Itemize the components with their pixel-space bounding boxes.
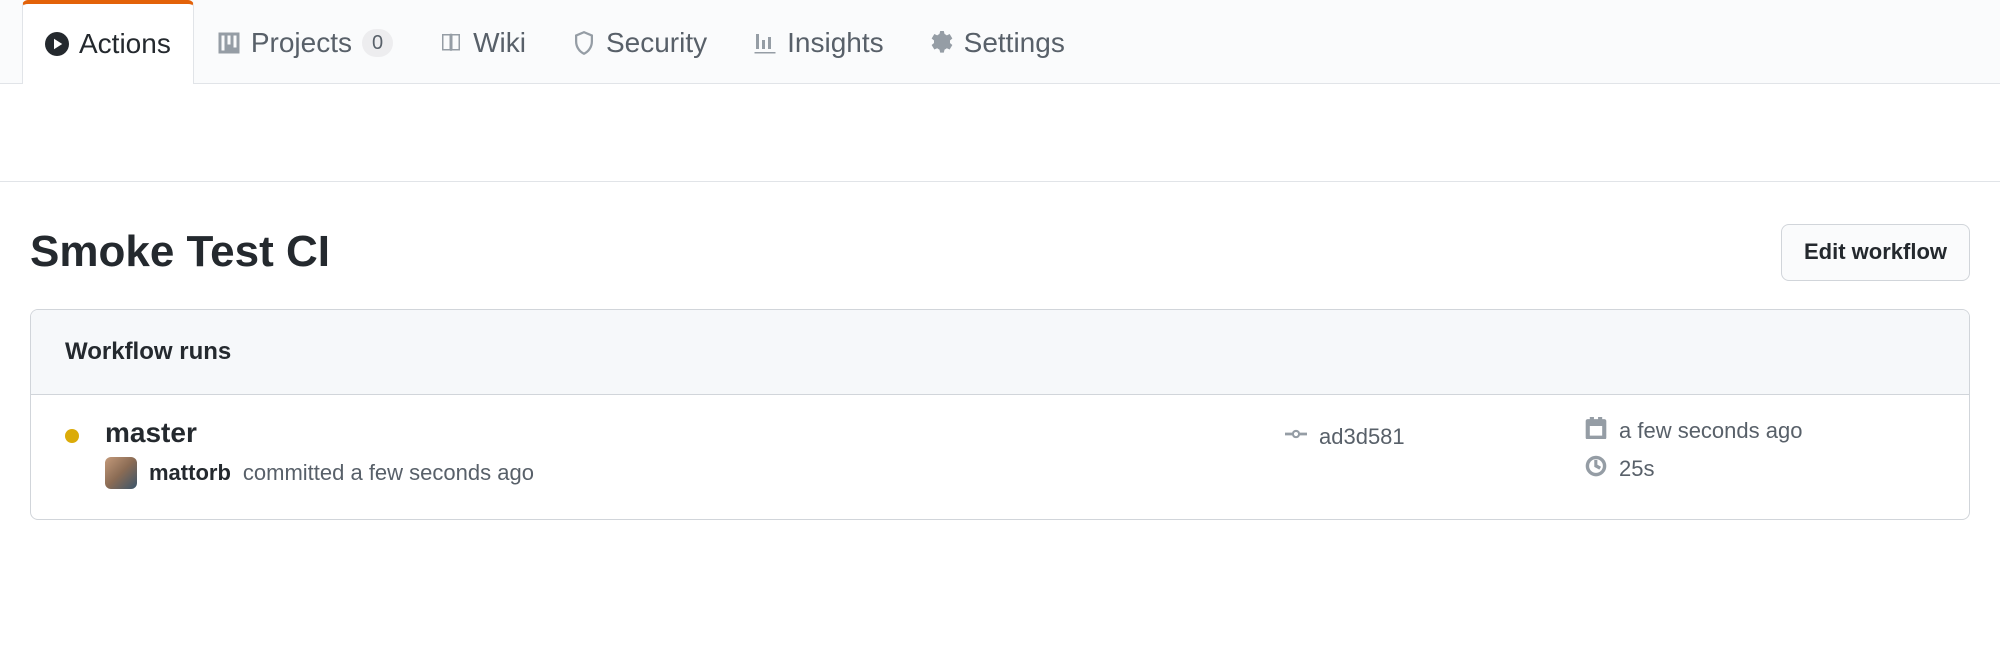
tab-settings-label: Settings	[964, 27, 1065, 59]
workflow-header: Smoke Test CI Edit workflow	[0, 181, 2000, 309]
run-main: master mattorb committed a few seconds a…	[105, 417, 1285, 489]
tab-settings[interactable]: Settings	[907, 0, 1088, 84]
workflow-runs-box: Workflow runs master mattorb committed a…	[30, 309, 1970, 520]
commit-icon	[1285, 423, 1307, 451]
gear-icon	[930, 31, 954, 55]
calendar-icon	[1585, 417, 1607, 445]
graph-icon	[753, 31, 777, 55]
tab-wiki[interactable]: Wiki	[416, 0, 549, 84]
status-pending-icon	[65, 429, 79, 443]
run-commit[interactable]: ad3d581	[1285, 417, 1585, 451]
projects-count-badge: 0	[362, 29, 393, 57]
clock-icon	[1585, 455, 1607, 483]
edit-workflow-button[interactable]: Edit workflow	[1781, 224, 1970, 281]
run-byline: mattorb committed a few seconds ago	[105, 457, 1285, 489]
run-duration: 25s	[1619, 456, 1654, 482]
run-author[interactable]: mattorb	[149, 460, 231, 486]
run-time-ago: a few seconds ago	[1619, 418, 1802, 444]
book-icon	[439, 31, 463, 55]
project-icon	[217, 31, 241, 55]
tab-insights[interactable]: Insights	[730, 0, 907, 84]
tab-security-label: Security	[606, 27, 707, 59]
tab-actions[interactable]: Actions	[22, 0, 194, 84]
tab-actions-label: Actions	[79, 28, 171, 60]
shield-icon	[572, 31, 596, 55]
run-commit-action: committed a few seconds ago	[243, 460, 534, 486]
workflow-title: Smoke Test CI	[30, 227, 330, 277]
run-meta: a few seconds ago 25s	[1585, 417, 1935, 493]
run-branch-title[interactable]: master	[105, 417, 1285, 449]
workflow-run-row[interactable]: master mattorb committed a few seconds a…	[31, 395, 1969, 519]
tab-projects-label: Projects	[251, 27, 352, 59]
tab-projects[interactable]: Projects 0	[194, 0, 416, 84]
play-icon	[45, 32, 69, 56]
avatar[interactable]	[105, 457, 137, 489]
tab-wiki-label: Wiki	[473, 27, 526, 59]
run-commit-sha[interactable]: ad3d581	[1319, 424, 1405, 450]
tab-security[interactable]: Security	[549, 0, 730, 84]
workflow-runs-header: Workflow runs	[31, 310, 1969, 395]
tab-insights-label: Insights	[787, 27, 884, 59]
repo-tabnav: Actions Projects 0 Wiki Security Insight…	[0, 0, 2000, 84]
